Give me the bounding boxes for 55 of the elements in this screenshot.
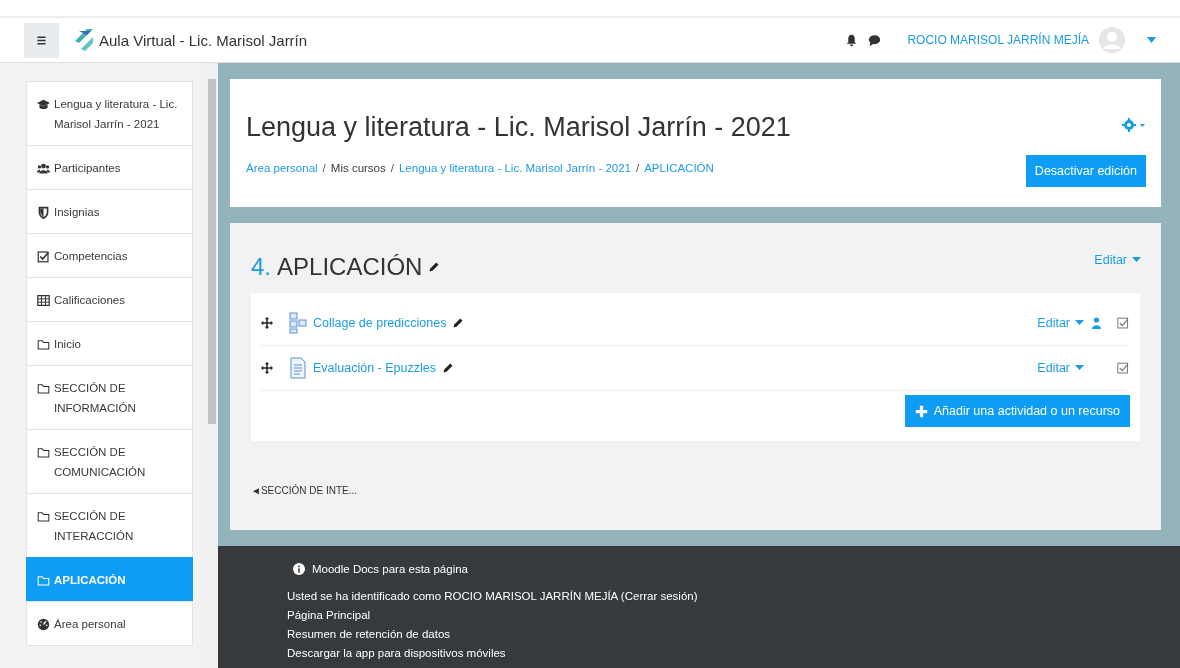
sidebar-item[interactable]: Área personal — [26, 601, 193, 646]
breadcrumb-item: Mis cursos — [330, 162, 386, 174]
sidebar-item[interactable]: Lengua y literatura - Lic. Marisol Jarrín - 2021 — [26, 81, 193, 146]
menu-icon — [35, 33, 48, 47]
site-name[interactable]: Aula Virtual - Lic. Marisol Jarrín — [99, 31, 308, 49]
menu-button[interactable] — [24, 22, 59, 58]
breadcrumb-separator: / — [390, 162, 394, 174]
footer-link[interactable]: Página Principal — [287, 606, 371, 625]
folder-icon — [37, 510, 50, 523]
pencil-icon — [452, 317, 465, 329]
checkbox-icon — [37, 250, 50, 263]
move-icon — [261, 317, 273, 329]
info-icon — [293, 563, 305, 575]
folder-icon — [37, 338, 50, 351]
user-link[interactable]: ROCIO MARISOL JARRÍN MEJÍA — [444, 590, 618, 602]
users-icon — [37, 162, 50, 175]
footer-link[interactable]: Descargar la app para dispositivos móviles — [287, 644, 506, 663]
footer-link[interactable]: Resumen de retención de datos — [287, 625, 451, 644]
sidebar-item[interactable]: SECCIÓN DE COMUNICACIÓN — [26, 429, 193, 494]
sidebar-item[interactable]: Participantes — [26, 145, 193, 190]
logout-link[interactable]: (Cerrar sesión) — [620, 590, 698, 602]
move-icon — [261, 362, 273, 374]
sidebar-item[interactable]: SECCIÓN DE INFORMACIÓN — [26, 365, 193, 430]
previous-section-link[interactable]: ◄SECCIÓN DE INTE... — [251, 485, 358, 496]
folder-icon — [37, 382, 50, 395]
bell-icon — [845, 33, 859, 47]
table-icon — [37, 294, 50, 307]
graduation-cap-icon — [37, 98, 50, 111]
page-title: Lengua y literatura - Lic. Marisol Jarrín - 2021 — [246, 111, 791, 144]
pencil-icon — [442, 362, 454, 374]
caret-icon — [1147, 37, 1156, 43]
sidebar-item[interactable]: Calificaciones — [26, 277, 193, 322]
plus-icon — [914, 404, 928, 418]
folder-icon — [37, 446, 50, 459]
breadcrumb-separator: / — [322, 162, 326, 174]
breadcrumb-separator: / — [636, 162, 640, 174]
checkbox-icon — [1117, 361, 1130, 375]
section-number: 4. — [251, 253, 271, 281]
folder-icon — [37, 574, 50, 587]
sidebar-item[interactable]: Insignias — [26, 189, 193, 234]
sidebar-item[interactable]: SECCIÓN DE INTERACCIÓN — [26, 493, 193, 558]
sidebar-item[interactable]: Inicio — [26, 321, 193, 366]
document-icon — [289, 357, 307, 379]
diagram-icon — [289, 312, 307, 334]
settings-icon — [1121, 117, 1145, 133]
login-info: Usted se ha identificado como ROCIO MARISOL JARRÍN MEJÍA (Cerrar sesión) — [287, 589, 699, 604]
docs-link[interactable]: Moodle Docs para esta página — [312, 563, 468, 575]
sidebar-item[interactable]: Competencias — [26, 233, 193, 278]
logo-icon — [73, 27, 95, 53]
shield-icon — [37, 206, 50, 219]
speech-bubble-icon — [868, 33, 882, 47]
section-title: APLICACIÓN — [277, 253, 423, 281]
gauge-icon — [37, 618, 50, 631]
pencil-icon — [428, 261, 441, 273]
checkbox-icon — [1117, 316, 1130, 330]
